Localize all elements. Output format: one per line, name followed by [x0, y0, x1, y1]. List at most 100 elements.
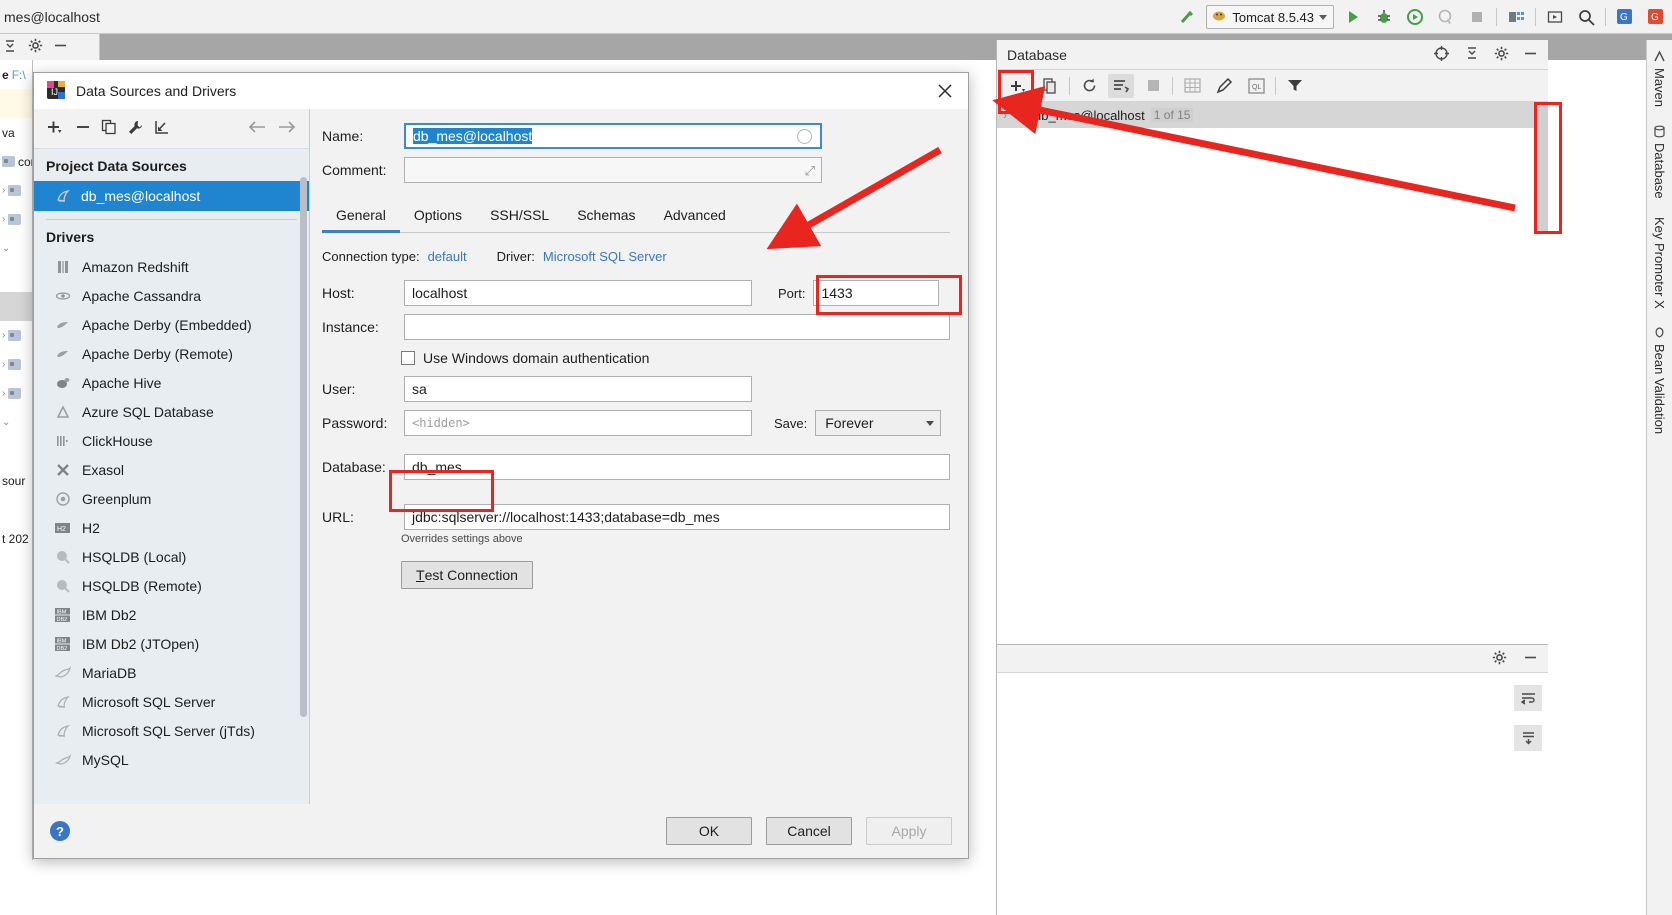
- run-icon[interactable]: [1341, 5, 1365, 29]
- instance-input[interactable]: [404, 314, 950, 340]
- run-configuration-selector[interactable]: Tomcat 8.5.43: [1206, 5, 1334, 29]
- edit-icon[interactable]: [1211, 74, 1237, 98]
- drivers-list[interactable]: Amazon Redshift Apache Cassandra Apache …: [34, 252, 309, 804]
- driver-item[interactable]: H2 H2: [34, 513, 309, 542]
- save-select[interactable]: Forever: [815, 410, 942, 436]
- tab-advanced[interactable]: Advanced: [650, 201, 740, 232]
- comment-input[interactable]: ⤢: [404, 157, 822, 183]
- project-tool-window[interactable]: e F:\ va cor › › ⌄ › › › ⌄ sour t 202: [0, 60, 33, 860]
- collapse-all-icon[interactable]: [1464, 45, 1480, 64]
- name-input[interactable]: db_mes@localhost: [404, 123, 822, 149]
- duplicate-icon[interactable]: [1037, 74, 1063, 98]
- project-tree-row[interactable]: [0, 263, 32, 292]
- project-tree-row[interactable]: cor: [0, 147, 32, 176]
- driver-item[interactable]: Azure SQL Database: [34, 397, 309, 426]
- project-tree-row[interactable]: ›: [0, 205, 32, 234]
- project-tree-row[interactable]: [0, 495, 32, 524]
- project-tree-row[interactable]: ›: [0, 379, 32, 408]
- project-tree-row[interactable]: t 202: [0, 524, 32, 553]
- sidebar-item-key-promoter[interactable]: Key Promoter X: [1652, 211, 1667, 315]
- ok-button[interactable]: OK: [666, 817, 752, 845]
- filter-icon[interactable]: [1282, 74, 1308, 98]
- tab-options[interactable]: Options: [400, 201, 476, 232]
- chevron-right-icon[interactable]: ›: [2, 330, 5, 341]
- driver-item[interactable]: HSQLDB (Remote): [34, 571, 309, 600]
- translate-icon[interactable]: G: [1613, 5, 1637, 29]
- close-icon[interactable]: [930, 78, 960, 104]
- add-icon[interactable]: [1005, 74, 1031, 98]
- project-tree-row[interactable]: ⌄: [0, 408, 32, 437]
- back-arrow-icon[interactable]: [247, 120, 267, 137]
- url-input[interactable]: jdbc:sqlserver://localhost:1433;database…: [404, 504, 950, 530]
- refresh-icon[interactable]: [1076, 74, 1102, 98]
- settings-gear-icon[interactable]: [28, 38, 43, 56]
- chevron-down-icon[interactable]: [926, 420, 935, 426]
- project-tree-row[interactable]: va: [0, 118, 32, 147]
- driver-value[interactable]: Microsoft SQL Server: [543, 249, 667, 264]
- driver-item[interactable]: Apache Derby (Remote): [34, 339, 309, 368]
- driver-item[interactable]: IBM DB2 IBM Db2: [34, 600, 309, 629]
- driver-item[interactable]: MariaDB: [34, 658, 309, 687]
- chevron-down-icon[interactable]: ⌄: [2, 417, 10, 428]
- hide-icon[interactable]: [53, 38, 68, 56]
- driver-item[interactable]: Exasol: [34, 455, 309, 484]
- chevron-down-icon[interactable]: ⌄: [2, 243, 10, 254]
- database-input[interactable]: db_mes: [404, 454, 950, 480]
- drivers-list-scrollbar[interactable]: [300, 177, 307, 717]
- wrench-icon[interactable]: [127, 119, 144, 139]
- database-tree-scrollbar[interactable]: [1537, 106, 1548, 234]
- project-tree-row[interactable]: ›: [0, 176, 32, 205]
- database-tree-body[interactable]: [997, 128, 1548, 640]
- sidebar-item-database[interactable]: Database: [1652, 119, 1667, 205]
- expand-icon[interactable]: ⤢: [805, 163, 815, 179]
- copy-icon[interactable]: [101, 119, 117, 138]
- chevron-right-icon[interactable]: ›: [2, 214, 5, 225]
- add-icon[interactable]: [46, 119, 65, 139]
- project-tree-row[interactable]: ⌄: [0, 234, 32, 263]
- chevron-down-icon[interactable]: [1319, 14, 1327, 20]
- forward-arrow-icon[interactable]: [277, 120, 297, 137]
- driver-item[interactable]: ClickHouse: [34, 426, 309, 455]
- hammer-icon[interactable]: [1175, 5, 1199, 29]
- sidebar-item-bean-validation[interactable]: Bean Validation: [1652, 320, 1667, 440]
- translate-alt-icon[interactable]: G: [1644, 5, 1668, 29]
- project-tree-row[interactable]: [0, 89, 32, 118]
- hide-icon[interactable]: [1523, 650, 1538, 668]
- project-tree-row[interactable]: e F:\: [0, 60, 32, 89]
- wrap-text-icon[interactable]: [1514, 685, 1542, 711]
- driver-item[interactable]: Apache Derby (Embedded): [34, 310, 309, 339]
- host-input[interactable]: localhost: [404, 280, 752, 306]
- search-everywhere-icon[interactable]: [1574, 5, 1598, 29]
- windows-auth-checkbox[interactable]: [401, 351, 415, 365]
- windows-auth-row[interactable]: Use Windows domain authentication: [401, 350, 950, 366]
- tab-ssh-ssl[interactable]: SSH/SSL: [476, 201, 563, 232]
- query-console-icon[interactable]: QL: [1243, 74, 1269, 98]
- project-tree-row[interactable]: [0, 437, 32, 466]
- chevron-right-icon[interactable]: ›: [2, 359, 5, 370]
- port-input[interactable]: 1433: [813, 280, 940, 306]
- project-tree-row[interactable]: [0, 292, 32, 321]
- connection-type-value[interactable]: default: [428, 249, 467, 264]
- update-app-icon[interactable]: [1543, 5, 1567, 29]
- import-icon[interactable]: [154, 119, 170, 138]
- user-input[interactable]: sa: [404, 376, 752, 402]
- driver-item[interactable]: Microsoft SQL Server: [34, 687, 309, 716]
- settings-gear-icon[interactable]: [1492, 650, 1507, 668]
- hide-icon[interactable]: [1523, 46, 1538, 64]
- test-connection-button[interactable]: Test Connection: [401, 561, 533, 589]
- driver-item-partial[interactable]: [34, 774, 309, 803]
- project-tree-row[interactable]: ›: [0, 321, 32, 350]
- driver-item[interactable]: Amazon Redshift: [34, 252, 309, 281]
- chevron-right-icon[interactable]: ›: [2, 388, 5, 399]
- collapse-all-icon[interactable]: [2, 38, 18, 57]
- driver-item[interactable]: Greenplum: [34, 484, 309, 513]
- debug-icon[interactable]: [1372, 5, 1396, 29]
- remove-icon[interactable]: [75, 119, 91, 138]
- password-input[interactable]: <hidden>: [404, 410, 752, 436]
- cancel-button[interactable]: Cancel: [766, 817, 852, 845]
- chevron-right-icon[interactable]: ›: [2, 185, 5, 196]
- run-with-coverage-icon[interactable]: [1403, 5, 1427, 29]
- driver-item[interactable]: IBM DB2 IBM Db2 (JTOpen): [34, 629, 309, 658]
- driver-item[interactable]: Apache Hive: [34, 368, 309, 397]
- project-tree-row[interactable]: sour: [0, 466, 32, 495]
